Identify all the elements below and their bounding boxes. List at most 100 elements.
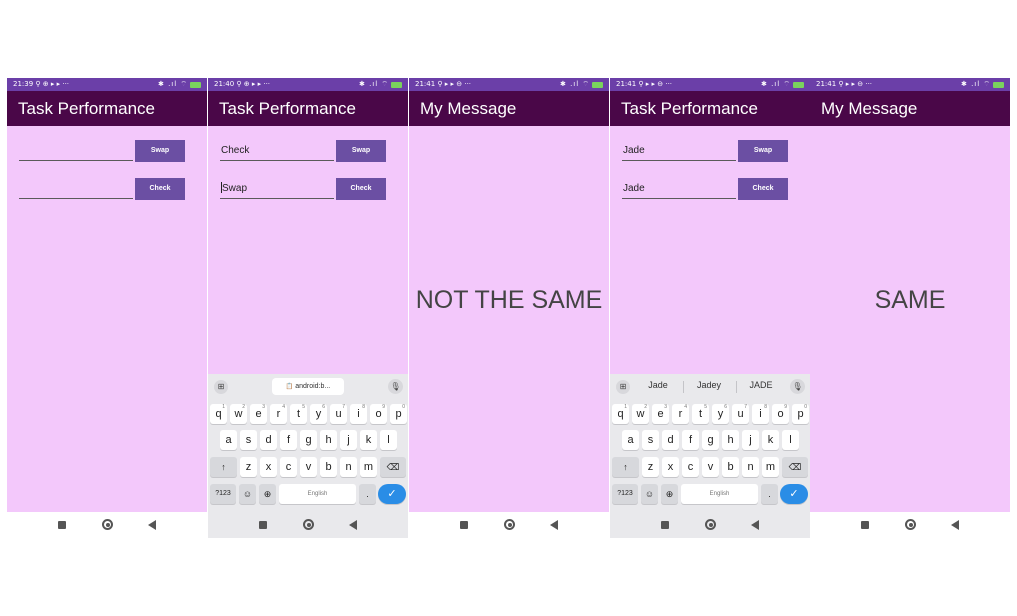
home-icon[interactable] xyxy=(303,519,314,530)
recents-icon[interactable] xyxy=(58,521,66,529)
recents-icon[interactable] xyxy=(661,521,669,529)
key-l[interactable]: l xyxy=(380,430,397,450)
space-key[interactable]: English xyxy=(279,484,356,504)
key-x[interactable]: x xyxy=(260,457,277,477)
key-d[interactable]: d xyxy=(662,430,679,450)
first-text-field[interactable]: Jade xyxy=(622,139,736,161)
key-j[interactable]: j xyxy=(742,430,759,450)
key-z[interactable]: z xyxy=(642,457,659,477)
period-key[interactable]: . xyxy=(359,484,376,504)
enter-key[interactable]: ✓ xyxy=(780,484,808,504)
back-icon[interactable] xyxy=(349,520,357,530)
grid-icon[interactable]: ⊞ xyxy=(214,380,228,394)
key-f[interactable]: f xyxy=(682,430,699,450)
key-e[interactable]: e3 xyxy=(652,404,669,424)
swap-button[interactable]: Swap xyxy=(336,140,386,162)
key-p[interactable]: p0 xyxy=(390,404,407,424)
key-r[interactable]: r4 xyxy=(270,404,287,424)
grid-icon[interactable]: ⊞ xyxy=(616,380,630,394)
swap-button[interactable]: Swap xyxy=(738,140,788,162)
key-b[interactable]: b xyxy=(320,457,337,477)
key-m[interactable]: m xyxy=(762,457,779,477)
key-g[interactable]: g xyxy=(702,430,719,450)
suggestion-2[interactable]: Jadey xyxy=(684,380,734,390)
recents-icon[interactable] xyxy=(259,521,267,529)
second-text-field[interactable]: Jade xyxy=(622,177,736,199)
key-q[interactable]: q1 xyxy=(210,404,227,424)
recents-icon[interactable] xyxy=(460,521,468,529)
key-f[interactable]: f xyxy=(280,430,297,450)
key-z[interactable]: z xyxy=(240,457,257,477)
key-o[interactable]: o9 xyxy=(370,404,387,424)
key-h[interactable]: h xyxy=(320,430,337,450)
key-c[interactable]: c xyxy=(682,457,699,477)
back-icon[interactable] xyxy=(751,520,759,530)
key-i[interactable]: i8 xyxy=(350,404,367,424)
back-icon[interactable] xyxy=(148,520,156,530)
key-u[interactable]: u7 xyxy=(732,404,749,424)
emoji-comma-key[interactable]: ☺ xyxy=(641,484,658,504)
period-key[interactable]: . xyxy=(761,484,778,504)
globe-key[interactable]: ⊕ xyxy=(259,484,276,504)
mic-icon[interactable]: 🎙 xyxy=(790,379,805,394)
key-t[interactable]: t5 xyxy=(692,404,709,424)
key-y[interactable]: y6 xyxy=(712,404,729,424)
key-x[interactable]: x xyxy=(662,457,679,477)
key-s[interactable]: s xyxy=(240,430,257,450)
key-c[interactable]: c xyxy=(280,457,297,477)
backspace-key[interactable]: ⌫ xyxy=(380,457,406,477)
key-s[interactable]: s xyxy=(642,430,659,450)
shift-key[interactable]: ↑ xyxy=(210,457,237,477)
key-p[interactable]: p0 xyxy=(792,404,809,424)
enter-key[interactable]: ✓ xyxy=(378,484,406,504)
home-icon[interactable] xyxy=(504,519,515,530)
numbers-key[interactable]: ?123 xyxy=(210,484,236,504)
home-icon[interactable] xyxy=(705,519,716,530)
key-r[interactable]: r4 xyxy=(672,404,689,424)
key-v[interactable]: v xyxy=(702,457,719,477)
key-m[interactable]: m xyxy=(360,457,377,477)
key-g[interactable]: g xyxy=(300,430,317,450)
suggestion-3[interactable]: JADE xyxy=(736,380,786,390)
key-k[interactable]: k xyxy=(360,430,377,450)
key-u[interactable]: u7 xyxy=(330,404,347,424)
key-y[interactable]: y6 xyxy=(310,404,327,424)
home-icon[interactable] xyxy=(102,519,113,530)
key-k[interactable]: k xyxy=(762,430,779,450)
backspace-key[interactable]: ⌫ xyxy=(782,457,808,477)
key-a[interactable]: a xyxy=(220,430,237,450)
key-a[interactable]: a xyxy=(622,430,639,450)
second-text-field[interactable]: Swap xyxy=(220,177,334,199)
key-l[interactable]: l xyxy=(782,430,799,450)
key-w[interactable]: w2 xyxy=(632,404,649,424)
shift-key[interactable]: ↑ xyxy=(612,457,639,477)
key-i[interactable]: i8 xyxy=(752,404,769,424)
second-text-field[interactable] xyxy=(19,177,133,199)
key-n[interactable]: n xyxy=(340,457,357,477)
key-v[interactable]: v xyxy=(300,457,317,477)
back-icon[interactable] xyxy=(550,520,558,530)
recents-icon[interactable] xyxy=(861,521,869,529)
key-o[interactable]: o9 xyxy=(772,404,789,424)
key-d[interactable]: d xyxy=(260,430,277,450)
first-text-field[interactable]: Check xyxy=(220,139,334,161)
check-button[interactable]: Check xyxy=(336,178,386,200)
suggestion-1[interactable]: Jade xyxy=(633,380,683,390)
key-t[interactable]: t5 xyxy=(290,404,307,424)
numbers-key[interactable]: ?123 xyxy=(612,484,638,504)
home-icon[interactable] xyxy=(905,519,916,530)
key-w[interactable]: w2 xyxy=(230,404,247,424)
mic-icon[interactable]: 🎙 xyxy=(388,379,403,394)
clipboard-suggestion[interactable]: 📋 android:b... xyxy=(272,378,344,395)
key-h[interactable]: h xyxy=(722,430,739,450)
space-key[interactable]: English xyxy=(681,484,758,504)
swap-button[interactable]: Swap xyxy=(135,140,185,162)
key-j[interactable]: j xyxy=(340,430,357,450)
back-icon[interactable] xyxy=(951,520,959,530)
globe-key[interactable]: ⊕ xyxy=(661,484,678,504)
key-n[interactable]: n xyxy=(742,457,759,477)
check-button[interactable]: Check xyxy=(738,178,788,200)
key-b[interactable]: b xyxy=(722,457,739,477)
key-e[interactable]: e3 xyxy=(250,404,267,424)
first-text-field[interactable] xyxy=(19,139,133,161)
